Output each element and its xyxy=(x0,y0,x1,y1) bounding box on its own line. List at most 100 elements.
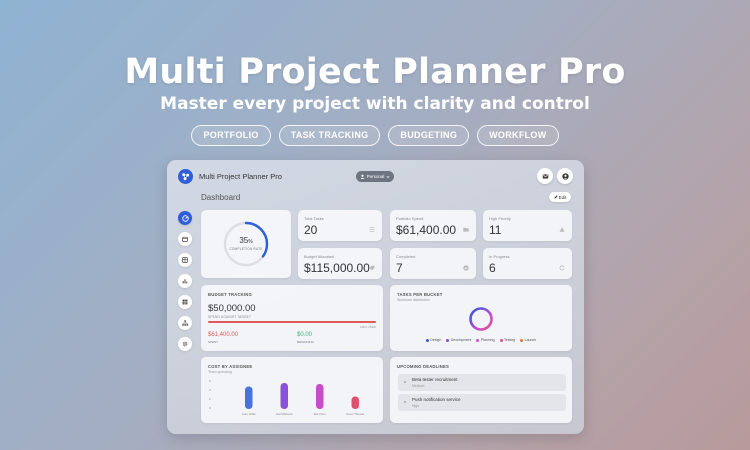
hero-title: Multi Project Planner Pro xyxy=(124,52,626,92)
legend-item-development: Development xyxy=(446,338,471,342)
stat-card-budget-allocated: Budget Allocated $115,000.00 xyxy=(298,248,382,279)
cost-x-label: Owen Thomas xyxy=(346,412,365,416)
legend-item-planning: Planning xyxy=(476,338,495,342)
user-icon xyxy=(360,174,365,179)
budget-spent-label: SPENT xyxy=(208,340,219,344)
budget-tracking-title: BUDGET TRACKING xyxy=(208,292,252,297)
profile-select-label: Personal xyxy=(366,174,385,179)
legend-label: Design xyxy=(430,338,442,342)
stat-label: Portfolio Spend xyxy=(396,216,424,221)
nav-settings[interactable] xyxy=(178,337,192,351)
cost-x-label: Liam Hollis xyxy=(241,412,256,416)
upcoming-deadlines-title: UPCOMING DEADLINES xyxy=(397,364,449,369)
hierarchy-icon xyxy=(182,320,188,326)
deadline-name: Beta tester recruitment xyxy=(412,377,458,382)
legend-item-testing: Testing xyxy=(499,338,516,342)
stat-label: Budget Allocated xyxy=(304,254,335,259)
budget-amount: $50,000.00 xyxy=(208,303,256,314)
deadline-priority: Medium xyxy=(412,384,425,388)
cost-x-label: Mia Chen xyxy=(313,412,326,416)
tasks-per-bucket-card: TASKS PER BUCKET Workload distribution D… xyxy=(390,285,572,351)
deadline-priority: High xyxy=(412,404,420,408)
cost-bar xyxy=(280,383,288,409)
nav-reports[interactable] xyxy=(178,274,192,288)
legend-swatch xyxy=(476,338,480,342)
budget-remaining-value: $0.00 xyxy=(297,332,313,338)
stat-value: 11 xyxy=(489,223,502,237)
stat-label: Completed xyxy=(396,254,416,259)
legend-item-design: Design xyxy=(425,338,442,342)
legend-label: Development xyxy=(450,338,472,342)
budget-remaining-label: REMAINING xyxy=(297,340,315,344)
budget-caption: SPEND AGAINST TARGET xyxy=(208,315,252,319)
account-icon xyxy=(561,172,569,180)
legend-label: Launch xyxy=(524,338,537,342)
nav-board[interactable] xyxy=(178,253,192,267)
folder-icon xyxy=(463,227,469,232)
account-button[interactable] xyxy=(557,168,573,184)
completion-percent: 35% xyxy=(201,236,291,245)
completion-percent-value: 35 xyxy=(239,236,249,245)
legend-label: Testing xyxy=(504,338,516,342)
app-title: Multi Project Planner Pro xyxy=(199,172,282,181)
pill-portfolio: PORTFOLIO xyxy=(191,125,271,146)
pencil-icon xyxy=(554,195,558,199)
mail-button[interactable] xyxy=(537,168,553,184)
completion-label: COMPLETION RATE xyxy=(229,247,263,251)
warning-icon xyxy=(559,227,565,232)
legend-item-launch: Launch xyxy=(520,338,536,342)
nav-dashboard[interactable] xyxy=(178,211,192,225)
feature-pills: PORTFOLIO TASK TRACKING BUDGETING WORKFL… xyxy=(0,125,750,146)
deadline-dot xyxy=(404,401,406,403)
list-icon xyxy=(369,227,375,232)
nav-grid[interactable] xyxy=(178,295,192,309)
budget-tracking-card: BUDGET TRACKING $50,000.00 SPEND AGAINST… xyxy=(201,285,383,351)
refresh-icon xyxy=(559,265,565,271)
stat-label: Total Tasks xyxy=(304,216,324,221)
stat-value: 6 xyxy=(489,261,496,275)
stat-label: High Priority xyxy=(489,216,511,221)
stat-card-high-priority: High Priority 11 xyxy=(483,210,572,241)
stat-card-total-tasks: Total Tasks 20 xyxy=(298,210,382,241)
deadline-dot xyxy=(404,381,406,383)
cost-x-label: Ava Mathews xyxy=(275,412,293,416)
cost-bar xyxy=(316,384,324,409)
app-window: Multi Project Planner Pro Personal Dashb… xyxy=(167,160,584,434)
upcoming-deadlines-card: UPCOMING DEADLINES Beta tester recruitme… xyxy=(390,357,572,423)
stat-value: $115,000.00 xyxy=(304,261,370,275)
board-icon xyxy=(182,257,188,263)
stat-value: 20 xyxy=(304,223,318,237)
calendar-icon xyxy=(182,236,188,242)
deadline-item[interactable]: Push notification service High xyxy=(398,394,566,411)
profile-select[interactable]: Personal xyxy=(356,171,394,182)
settings-icon xyxy=(182,341,188,347)
dashboard-icon xyxy=(181,214,189,222)
deadline-name: Push notification service xyxy=(412,397,461,402)
bucket-donut-ring xyxy=(469,307,493,331)
stat-value: 7 xyxy=(396,261,403,275)
stat-card-portfolio-spend: Portfolio Spend $61,400.00 xyxy=(390,210,476,241)
edit-button-label: Edit xyxy=(558,194,567,200)
bucket-legend: Design Development Planning Testing Laun… xyxy=(390,338,572,342)
stat-label: In Progress xyxy=(489,254,510,259)
budget-progress-track xyxy=(208,321,376,323)
cost-bar xyxy=(351,396,359,409)
legend-swatch xyxy=(499,338,503,342)
edit-button[interactable]: Edit xyxy=(549,192,571,202)
hero-subtitle: Master every project with clarity and co… xyxy=(160,94,590,114)
check-circle-icon xyxy=(463,265,469,271)
pill-budgeting: BUDGETING xyxy=(388,125,470,146)
pill-workflow: WORKFLOW xyxy=(477,125,559,146)
mail-icon xyxy=(542,173,548,179)
app-logo-icon xyxy=(178,169,193,184)
tag-icon xyxy=(369,265,375,271)
budget-spent-value: $61,400.00 xyxy=(208,332,239,338)
completion-card: 35% COMPLETION RATE xyxy=(201,210,291,278)
nav-calendar[interactable] xyxy=(178,232,192,246)
stat-value: $61,400.00 xyxy=(396,223,457,237)
deadline-item[interactable]: Beta tester recruitment Medium xyxy=(398,374,566,391)
grid-icon xyxy=(182,299,188,305)
nav-hierarchy[interactable] xyxy=(178,316,192,330)
budget-scale-max: 1M% USED xyxy=(359,325,376,329)
legend-label: Planning xyxy=(480,338,495,342)
